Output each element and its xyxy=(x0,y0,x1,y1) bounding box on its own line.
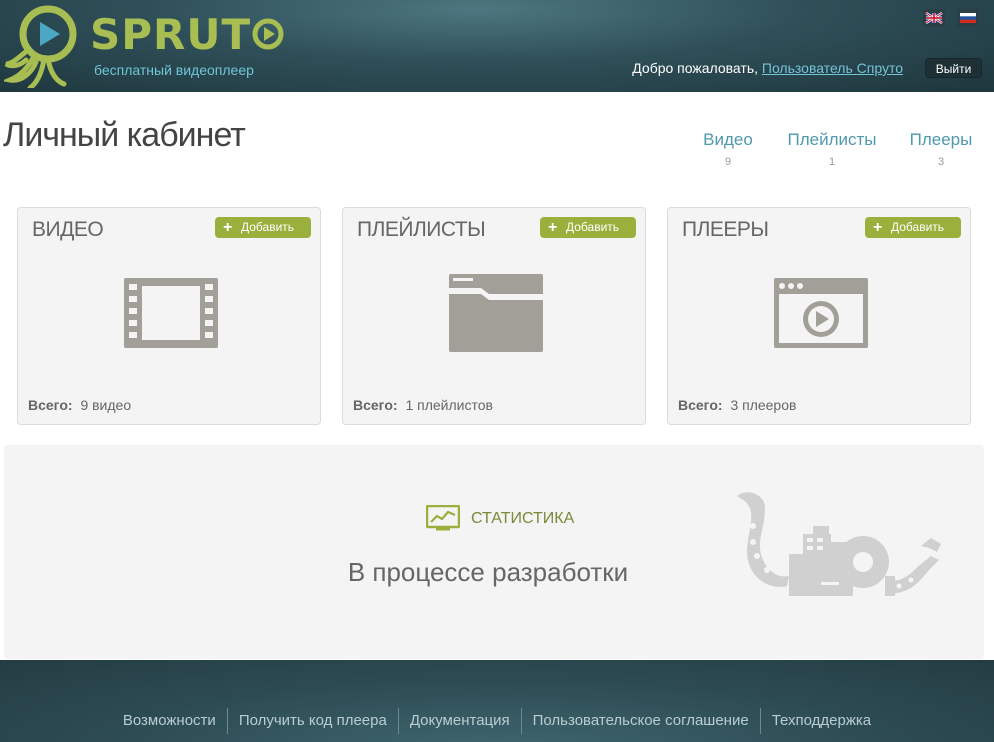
playlists-card-title: Плейлисты xyxy=(357,218,486,241)
players-total-label: Всего: xyxy=(678,397,723,413)
playlists-total-value: 1 плейлистов xyxy=(405,397,493,413)
statistics-panel: СТАТИСТИКА В процессе разработки xyxy=(4,445,984,659)
footer-link-agreement[interactable]: Пользовательское соглашение xyxy=(520,708,760,734)
footer-link-features[interactable]: Возможности xyxy=(112,708,227,734)
players-total-value: 3 плееров xyxy=(730,397,797,413)
summary-playlists-count: 1 xyxy=(828,156,836,168)
spruto-logo-icon[interactable] xyxy=(4,2,94,88)
playlists-total: Всего: 1 плейлистов xyxy=(353,397,493,413)
players-card-title: Плееры xyxy=(682,218,769,241)
plus-icon: + xyxy=(873,219,883,236)
add-playlist-label: Добавить xyxy=(566,220,620,234)
summary-players-label[interactable]: Плееры xyxy=(905,130,977,150)
add-player-label: Добавить xyxy=(891,220,945,234)
logo-o-play-icon xyxy=(252,18,284,50)
welcome-text: Добро пожаловать, Пользователь Спруто xyxy=(632,60,903,76)
logo-wordmark[interactable]: SPRUT xyxy=(90,10,285,59)
add-video-button[interactable]: + Добавить xyxy=(215,217,311,238)
playlists-total-label: Всего: xyxy=(353,397,398,413)
summary-players[interactable]: Плееры 3 xyxy=(905,130,977,168)
plus-icon: + xyxy=(548,219,558,236)
players-total: Всего: 3 плееров xyxy=(678,397,796,413)
statistics-title: СТАТИСТИКА xyxy=(471,510,575,527)
summary-playlists-label[interactable]: Плейлисты xyxy=(783,130,881,150)
plus-icon: + xyxy=(223,219,233,236)
video-total-value: 9 видео xyxy=(80,397,132,413)
page-title: Личный кабинет xyxy=(3,116,246,154)
folder-icon[interactable] xyxy=(445,274,545,352)
logo-wordmark-text: SPRUT xyxy=(90,10,252,59)
user-profile-link[interactable]: Пользователь Спруто xyxy=(762,60,903,76)
add-playlist-button[interactable]: + Добавить xyxy=(540,217,636,238)
player-window-icon[interactable] xyxy=(770,274,870,352)
footer-link-get-code[interactable]: Получить код плеера xyxy=(226,708,398,734)
welcome-prefix: Добро пожаловать, xyxy=(632,60,758,76)
video-card-title: Видео xyxy=(32,218,104,241)
footer-link-support[interactable]: Техподдержка xyxy=(759,708,882,734)
footer-nav: Возможности Получить код плеера Документац… xyxy=(0,708,994,734)
video-total-label: Всего: xyxy=(28,397,73,413)
summary-video[interactable]: Видео 9 xyxy=(698,130,758,168)
footer-link-docs[interactable]: Документация xyxy=(397,708,521,734)
logout-button[interactable]: Выйти xyxy=(925,58,982,78)
site-header: SPRUT бесплатный видеоплеер Добро пожало… xyxy=(0,0,994,92)
video-total: Всего: 9 видео xyxy=(28,397,131,413)
summary-players-count: 3 xyxy=(937,156,945,168)
octopus-construction-illustration xyxy=(737,492,941,596)
summary-video-label[interactable]: Видео xyxy=(698,130,758,150)
players-card: Плееры + Добавить Всего: 3 плееров xyxy=(667,207,971,425)
logo-tagline: бесплатный видеоплеер xyxy=(94,62,254,78)
add-video-label: Добавить xyxy=(241,220,295,234)
video-card: Видео + Добавить Всего: 9 видео xyxy=(17,207,321,425)
film-icon[interactable] xyxy=(120,274,220,352)
chart-monitor-icon xyxy=(426,505,460,531)
add-player-button[interactable]: + Добавить xyxy=(865,217,961,238)
summary-playlists[interactable]: Плейлисты 1 xyxy=(783,130,881,168)
en-flag-icon[interactable] xyxy=(923,9,945,27)
summary-video-count: 9 xyxy=(724,156,732,168)
site-footer: Возможности Получить код плеера Документац… xyxy=(0,660,994,742)
ru-flag-icon[interactable] xyxy=(957,9,979,27)
playlists-card: Плейлисты + Добавить Всего: 1 плейлистов xyxy=(342,207,646,425)
